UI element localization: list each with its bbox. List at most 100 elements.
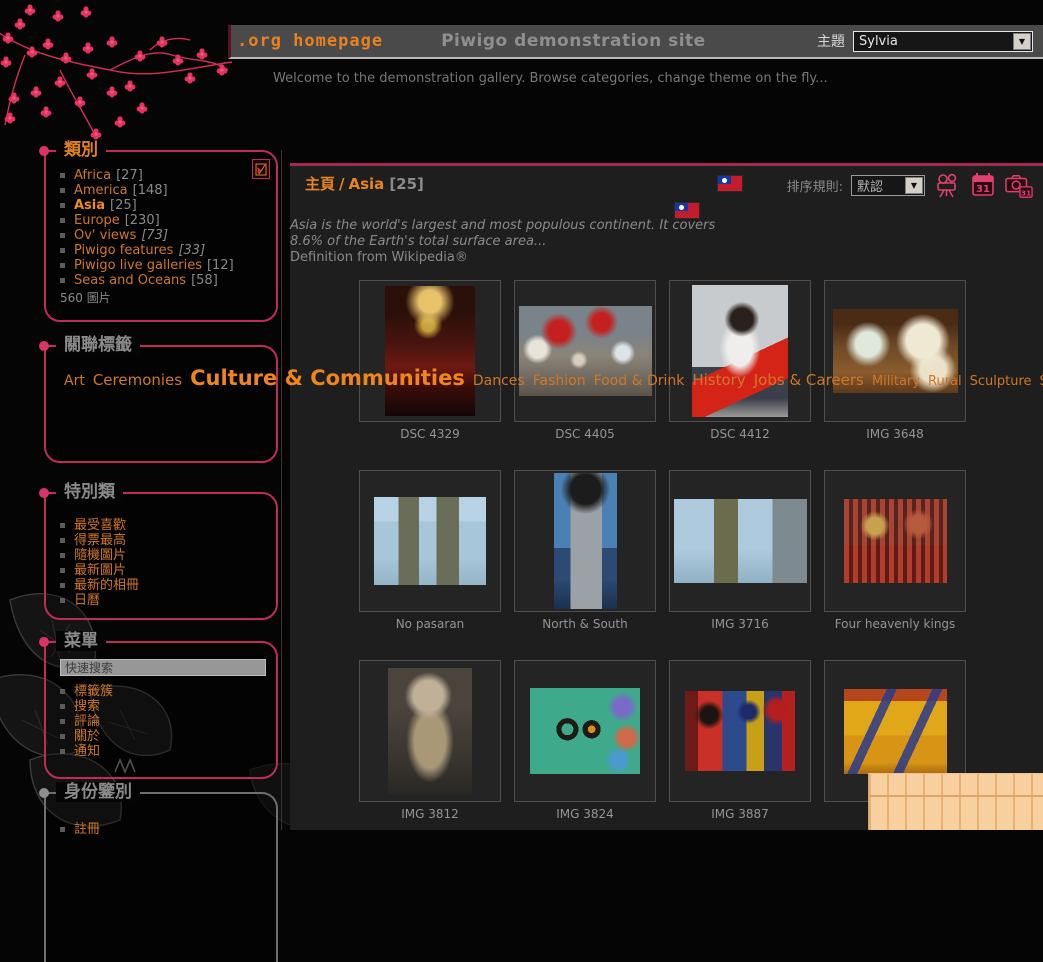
photo-caption: DSC 4412 <box>669 427 811 441</box>
section-dot <box>39 788 49 798</box>
svg-text:31: 31 <box>1021 188 1031 197</box>
theme-label: 主題 <box>817 31 845 51</box>
special-link[interactable]: 最受喜歡 <box>74 518 126 533</box>
square-bullet-icon <box>60 173 65 178</box>
tag-link[interactable]: Rural <box>928 374 962 389</box>
calendar-icon[interactable]: 31 <box>969 171 997 199</box>
photo-link[interactable] <box>514 660 656 802</box>
quick-search-input[interactable] <box>60 659 266 676</box>
special-item[interactable]: 最新的相冊 <box>60 578 268 593</box>
menu-link[interactable]: 標籤簇 <box>74 684 113 699</box>
special-link[interactable]: 隨機圖片 <box>74 548 126 563</box>
photo-thumbnail: DSC 4329 <box>359 280 501 441</box>
tag-link[interactable]: Food & Drink <box>594 373 685 389</box>
tag-link[interactable]: Soldiers <box>1040 374 1043 389</box>
calendar-overlay <box>868 773 1043 830</box>
menu-link[interactable]: 搜索 <box>74 699 100 714</box>
special-item[interactable]: 隨機圖片 <box>60 548 268 563</box>
tag-link[interactable]: Ceremonies <box>93 371 182 389</box>
photo-link[interactable] <box>359 280 501 422</box>
menu-box: 菜單 標籤簇 搜索 評論 關於 通知 <box>44 641 278 779</box>
square-bullet-icon <box>60 278 65 283</box>
menu-link[interactable]: 評論 <box>74 714 100 729</box>
photo-image <box>692 285 788 417</box>
category-item[interactable]: Europe [230] <box>60 213 268 228</box>
photo-link[interactable] <box>514 470 656 612</box>
identification-title: 身份鑒別 <box>56 782 140 802</box>
camera-calendar-icon[interactable]: 31 <box>1005 171 1033 199</box>
photo-link[interactable] <box>824 280 966 422</box>
tag-link[interactable]: Jobs & Careers <box>754 371 864 389</box>
chevron-down-icon[interactable]: ▼ <box>905 177 923 194</box>
special-link[interactable]: 得票最高 <box>74 533 126 548</box>
category-count: [25] <box>110 198 137 213</box>
theme-select[interactable]: Sylvia ▼ <box>853 31 1033 52</box>
category-link[interactable]: Africa <box>74 168 111 183</box>
special-link[interactable]: 最新的相冊 <box>74 578 139 593</box>
category-item[interactable]: Seas and Oceans [58] <box>60 273 268 288</box>
special-link[interactable]: 日曆 <box>74 593 100 608</box>
category-link[interactable]: America <box>74 183 128 198</box>
category-item[interactable]: Asia [25] <box>60 198 268 213</box>
tag-link[interactable]: Art <box>64 373 85 389</box>
slideshow-icon[interactable] <box>933 171 961 199</box>
special-item[interactable]: 最受喜歡 <box>60 518 268 533</box>
menu-item[interactable]: 關於 <box>60 729 268 744</box>
menu-item[interactable]: 評論 <box>60 714 268 729</box>
photo-link[interactable] <box>669 470 811 612</box>
description-line: 8.6% of the Earth's total surface area..… <box>290 234 1043 250</box>
category-link[interactable]: Piwigo live galleries <box>74 258 202 273</box>
category-item[interactable]: America [148] <box>60 183 268 198</box>
category-item[interactable]: Africa [27] <box>60 168 268 183</box>
menu-item[interactable]: 搜索 <box>60 699 268 714</box>
special-item[interactable]: 日曆 <box>60 593 268 608</box>
tag-link[interactable]: History <box>692 371 745 389</box>
sort-select[interactable]: 默認 ▼ <box>851 175 925 196</box>
photo-grid: DSC 4329 DSC 4405 DSC 4412 IMG 3648 No p… <box>359 280 969 821</box>
photo-link[interactable] <box>824 470 966 612</box>
photo-link[interactable] <box>669 280 811 422</box>
category-link[interactable]: Seas and Oceans <box>74 273 186 288</box>
category-link[interactable]: Piwigo features <box>74 243 173 258</box>
special-link[interactable]: 最新圖片 <box>74 563 126 578</box>
category-count: [12] <box>207 258 234 273</box>
category-link[interactable]: Asia <box>74 198 105 213</box>
menu-item[interactable]: 通知 <box>60 744 268 759</box>
category-count: [27] <box>116 168 143 183</box>
expand-categories-icon[interactable] <box>252 159 270 179</box>
category-link[interactable]: Ov' views <box>74 228 136 243</box>
tag-link[interactable]: Sculpture <box>970 374 1032 389</box>
tag-link[interactable]: Military <box>872 374 920 389</box>
special-item[interactable]: 得票最高 <box>60 533 268 548</box>
square-bullet-icon <box>60 538 65 543</box>
photo-thumbnail: DSC 4405 <box>514 280 656 441</box>
category-item[interactable]: Piwigo features [33] <box>60 243 268 258</box>
chevron-down-icon[interactable]: ▼ <box>1013 33 1031 50</box>
category-item[interactable]: Piwigo live galleries [12] <box>60 258 268 273</box>
special-categories-box: 特別類 最受喜歡 得票最高 隨機圖片 最新圖片 最新的相冊 日曆 <box>44 492 278 620</box>
tag-link[interactable]: Culture & Communities <box>190 366 465 390</box>
org-homepage-link[interactable]: .org homepage <box>231 31 393 51</box>
photo-link[interactable] <box>514 280 656 422</box>
breadcrumb-home-link[interactable]: 主頁 <box>305 175 335 193</box>
photo-image <box>388 668 472 794</box>
tag-link[interactable]: Dances <box>473 373 525 389</box>
theme-select-value: Sylvia <box>859 34 898 49</box>
tag-link[interactable]: Fashion <box>533 373 586 389</box>
category-link[interactable]: Europe <box>74 213 120 228</box>
menu-item[interactable]: 標籤簇 <box>60 684 268 699</box>
categories-box: 類別 Africa [27] America [148] Asia [25] <box>44 150 278 322</box>
photo-link[interactable] <box>359 660 501 802</box>
photo-thumbnail: IMG 3824 <box>514 660 656 821</box>
menu-link[interactable]: 通知 <box>74 744 100 759</box>
square-bullet-icon <box>60 704 65 709</box>
menu-link[interactable]: 關於 <box>74 729 100 744</box>
special-item[interactable]: 最新圖片 <box>60 563 268 578</box>
category-item[interactable]: Ov' views [73] <box>60 228 268 243</box>
photo-link[interactable] <box>669 660 811 802</box>
photo-link[interactable] <box>359 470 501 612</box>
square-bullet-icon <box>60 248 65 253</box>
square-bullet-icon <box>60 553 65 558</box>
photo-caption: IMG 3716 <box>669 617 811 631</box>
description-source: Definition from Wikipedia® <box>290 250 1043 266</box>
